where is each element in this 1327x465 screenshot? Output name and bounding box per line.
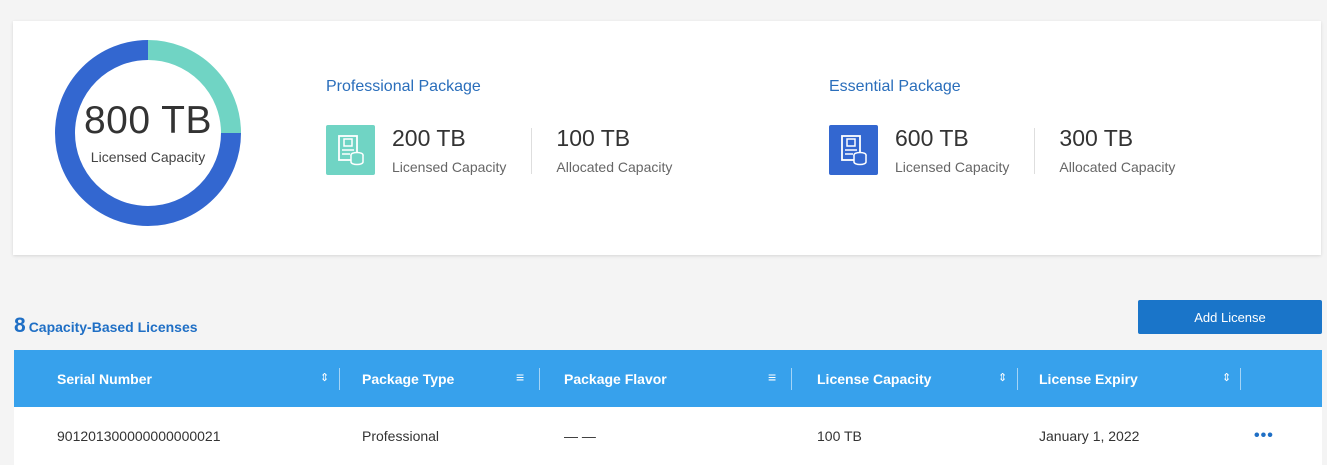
professional-allocated: 100 TB Allocated Capacity	[556, 125, 673, 176]
professional-allocated-label: Allocated Capacity	[556, 159, 673, 175]
essential-package: Essential Package 600 TB Licensed Capaci…	[829, 78, 1175, 175]
column-separator	[1240, 368, 1241, 390]
filter-icon[interactable]: ≡	[516, 369, 524, 385]
column-header-license-expiry[interactable]: License Expiry	[1039, 350, 1138, 407]
professional-licensed: 200 TB Licensed Capacity	[392, 125, 507, 176]
cell-serial-number: 901201300000000000021	[57, 428, 221, 444]
cell-license-expiry: January 1, 2022	[1039, 428, 1140, 444]
column-header-serial-number[interactable]: Serial Number	[57, 350, 152, 407]
professional-licensed-value: 200 TB	[392, 125, 466, 151]
licenses-heading-text: Capacity-Based Licenses	[28, 319, 198, 335]
add-license-button[interactable]: Add License	[1138, 300, 1322, 334]
professional-package: Professional Package 200 TB Licensed Cap…	[326, 78, 672, 175]
essential-allocated: 300 TB Allocated Capacity	[1059, 125, 1176, 176]
total-capacity-value: 800 TB	[83, 99, 213, 142]
cell-package-type: Professional	[362, 428, 440, 444]
professional-licensed-label: Licensed Capacity	[392, 159, 507, 175]
sort-icon[interactable]: ⇕	[320, 371, 329, 384]
essential-package-title: Essential Package	[829, 78, 961, 95]
metric-divider	[1034, 128, 1036, 174]
essential-allocated-value: 300 TB	[1059, 125, 1134, 151]
license-document-icon	[326, 125, 375, 175]
license-document-icon	[829, 125, 878, 175]
essential-allocated-label: Allocated Capacity	[1059, 159, 1176, 175]
column-separator	[1017, 368, 1018, 390]
sort-icon[interactable]: ⇕	[1222, 371, 1231, 384]
row-actions-menu-icon[interactable]: •••	[1254, 427, 1274, 445]
column-header-license-capacity[interactable]: License Capacity	[817, 350, 931, 407]
licenses-heading: 8 Capacity-Based Licenses	[14, 314, 198, 338]
column-header-package-flavor[interactable]: Package Flavor	[564, 350, 667, 407]
professional-allocated-value: 100 TB	[556, 125, 631, 151]
essential-licensed: 600 TB Licensed Capacity	[895, 125, 1010, 176]
essential-licensed-label: Licensed Capacity	[895, 159, 1010, 175]
table-row: 901201300000000000021 Professional — — 1…	[14, 407, 1322, 465]
professional-package-title: Professional Package	[326, 78, 481, 95]
table-header: Serial Number ⇕ Package Type ≡ Package F…	[14, 350, 1322, 407]
donut-center: 800 TB Licensed Capacity	[53, 38, 243, 228]
column-separator	[339, 368, 340, 390]
column-separator	[791, 368, 792, 390]
total-capacity-label: Licensed Capacity	[90, 149, 206, 165]
metric-divider	[531, 128, 533, 174]
licenses-count: 8	[14, 314, 26, 337]
cell-license-capacity: 100 TB	[817, 428, 862, 444]
column-separator	[539, 368, 540, 390]
sort-icon[interactable]: ⇕	[998, 371, 1007, 384]
essential-licensed-value: 600 TB	[895, 125, 969, 151]
cell-package-flavor: — —	[564, 428, 596, 444]
capacity-summary-card: 800 TB Licensed Capacity Professional Pa…	[13, 21, 1321, 255]
column-header-package-type[interactable]: Package Type	[362, 350, 454, 407]
filter-icon[interactable]: ≡	[768, 369, 776, 385]
